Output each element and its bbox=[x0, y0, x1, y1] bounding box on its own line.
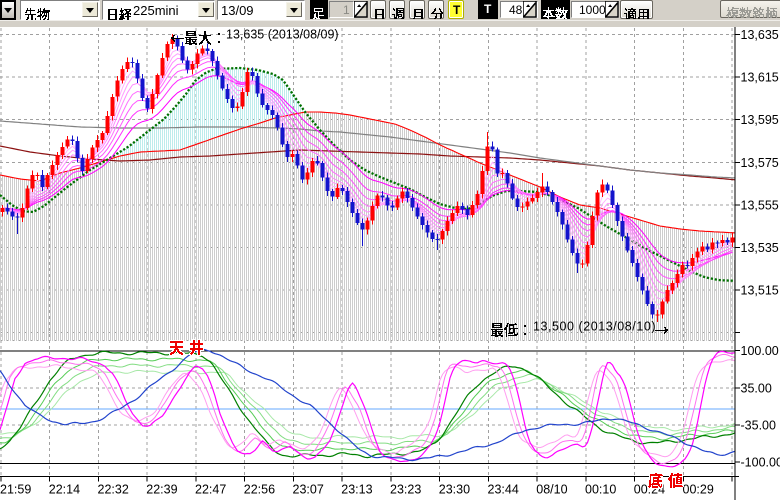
svg-text:00:29: 00:29 bbox=[683, 483, 714, 497]
svg-text:13,635 (2013/08/09): 13,635 (2013/08/09) bbox=[226, 28, 339, 42]
svg-text:21:59: 21:59 bbox=[0, 483, 31, 497]
svg-text:23:30: 23:30 bbox=[439, 483, 470, 497]
svg-text:23:13: 23:13 bbox=[341, 483, 372, 497]
svg-text:22:56: 22:56 bbox=[244, 483, 275, 497]
svg-text:22:47: 22:47 bbox=[195, 483, 226, 497]
svg-text:23:44: 23:44 bbox=[488, 483, 519, 497]
svg-text:13,615: 13,615 bbox=[741, 71, 779, 85]
svg-text:08/10: 08/10 bbox=[536, 483, 567, 497]
svg-text:00:10: 00:10 bbox=[585, 483, 616, 497]
svg-text:22:32: 22:32 bbox=[98, 483, 129, 497]
svg-text:13,535: 13,535 bbox=[741, 241, 779, 255]
svg-text:13,575: 13,575 bbox=[741, 156, 779, 170]
svg-text:22:39: 22:39 bbox=[146, 483, 177, 497]
svg-text:23:23: 23:23 bbox=[390, 483, 421, 497]
svg-text:-100.00: -100.00 bbox=[741, 456, 780, 470]
svg-text:13,635: 13,635 bbox=[741, 28, 779, 42]
svg-text:22:14: 22:14 bbox=[49, 483, 80, 497]
svg-text:13,555: 13,555 bbox=[741, 198, 779, 212]
svg-text:13,500 (2013/08/10): 13,500 (2013/08/10) bbox=[533, 320, 656, 334]
svg-text:100.00: 100.00 bbox=[741, 344, 779, 358]
svg-text:-35.00: -35.00 bbox=[741, 418, 776, 432]
svg-text:13,595: 13,595 bbox=[741, 113, 779, 127]
svg-text:13,515: 13,515 bbox=[741, 284, 779, 298]
svg-text:35.00: 35.00 bbox=[741, 381, 772, 395]
svg-text:23:07: 23:07 bbox=[293, 483, 324, 497]
